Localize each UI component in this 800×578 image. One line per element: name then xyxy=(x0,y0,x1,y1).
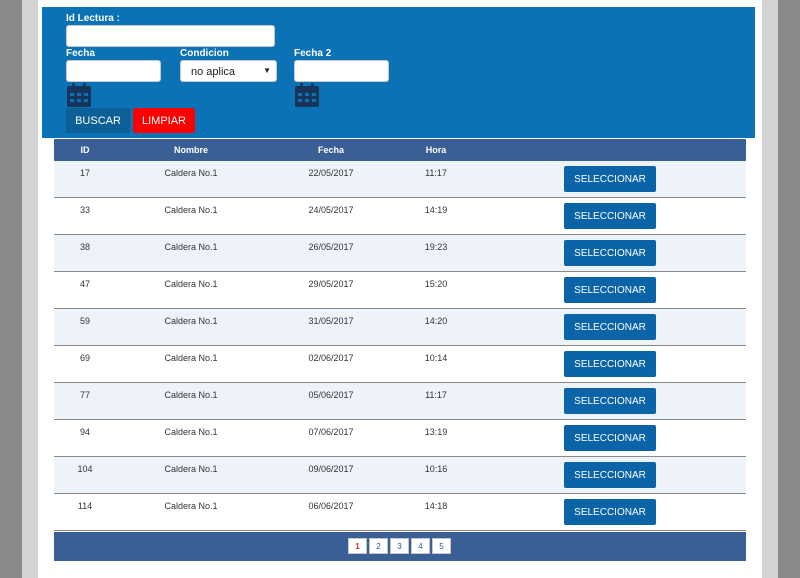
cell-id: 47 xyxy=(79,279,90,289)
window-frame-right xyxy=(778,0,800,578)
chevron-down-icon: ▼ xyxy=(263,66,271,75)
header-id: ID xyxy=(80,145,90,155)
cell-nombre: Caldera No.1 xyxy=(164,279,218,289)
condicion-selected-value: no aplica xyxy=(191,66,236,78)
cell-id: 38 xyxy=(79,242,90,252)
table-row: 17 Caldera No.1 22/05/2017 11:17 SELECCI… xyxy=(54,161,746,198)
cell-hora: 10:16 xyxy=(424,464,448,474)
page-content: Id Lectura : Fecha Condicion no aplica ▼… xyxy=(38,0,762,578)
id-lectura-input[interactable] xyxy=(66,25,275,47)
cell-id: 94 xyxy=(79,427,90,437)
table-row: 33 Caldera No.1 24/05/2017 14:19 SELECCI… xyxy=(54,198,746,235)
window-frame-left-inner xyxy=(22,0,38,578)
seleccionar-button[interactable]: SELECCIONAR xyxy=(564,277,656,303)
cell-fecha: 29/05/2017 xyxy=(308,279,354,289)
cell-hora: 14:19 xyxy=(424,205,448,215)
condicion-select[interactable]: no aplica ▼ xyxy=(180,60,277,82)
seleccionar-button[interactable]: SELECCIONAR xyxy=(564,314,656,340)
page-link-2[interactable]: 2 xyxy=(369,538,388,554)
header-nombre: Nombre xyxy=(173,145,208,155)
seleccionar-button[interactable]: SELECCIONAR xyxy=(564,166,656,192)
table-header: ID Nombre Fecha Hora xyxy=(54,139,746,161)
calendar-icon[interactable] xyxy=(294,82,320,108)
cell-nombre: Caldera No.1 xyxy=(164,168,218,178)
fecha-label: Fecha xyxy=(66,48,95,59)
cell-fecha: 24/05/2017 xyxy=(308,205,354,215)
cell-fecha: 26/05/2017 xyxy=(308,242,354,252)
table-row: 77 Caldera No.1 05/06/2017 11:17 SELECCI… xyxy=(54,383,746,420)
pagination: 1 2 3 4 5 xyxy=(54,532,746,561)
table-row: 59 Caldera No.1 31/05/2017 14:20 SELECCI… xyxy=(54,309,746,346)
seleccionar-button[interactable]: SELECCIONAR xyxy=(564,388,656,414)
cell-id: 114 xyxy=(77,501,93,511)
id-lectura-label: Id Lectura : xyxy=(66,13,120,24)
cell-id: 33 xyxy=(79,205,90,215)
cell-hora: 19:23 xyxy=(424,242,448,252)
seleccionar-button[interactable]: SELECCIONAR xyxy=(564,425,656,451)
cell-fecha: 05/06/2017 xyxy=(308,390,354,400)
cell-hora: 13:19 xyxy=(424,427,448,437)
seleccionar-button[interactable]: SELECCIONAR xyxy=(564,462,656,488)
seleccionar-button[interactable]: SELECCIONAR xyxy=(564,203,656,229)
cell-id: 104 xyxy=(77,464,93,474)
page-link-3[interactable]: 3 xyxy=(390,538,409,554)
header-hora: Hora xyxy=(425,145,447,155)
seleccionar-button[interactable]: SELECCIONAR xyxy=(564,351,656,377)
cell-fecha: 09/06/2017 xyxy=(308,464,354,474)
cell-hora: 14:18 xyxy=(424,501,448,511)
results-table: ID Nombre Fecha Hora 17 Caldera No.1 22/… xyxy=(54,139,746,531)
cell-fecha: 02/06/2017 xyxy=(308,353,354,363)
search-panel: Id Lectura : Fecha Condicion no aplica ▼… xyxy=(42,7,755,138)
table-row: 114 Caldera No.1 06/06/2017 14:18 SELECC… xyxy=(54,494,746,531)
cell-id: 69 xyxy=(79,353,90,363)
buscar-button[interactable]: BUSCAR xyxy=(66,108,130,133)
cell-fecha: 22/05/2017 xyxy=(308,168,354,178)
window-frame-left xyxy=(0,0,22,578)
cell-hora: 11:17 xyxy=(425,390,447,400)
cell-fecha: 07/06/2017 xyxy=(308,427,354,437)
table-row: 69 Caldera No.1 02/06/2017 10:14 SELECCI… xyxy=(54,346,746,383)
cell-fecha: 06/06/2017 xyxy=(308,501,354,511)
cell-id: 77 xyxy=(79,390,90,400)
page-link-1[interactable]: 1 xyxy=(348,538,367,554)
cell-nombre: Caldera No.1 xyxy=(164,242,218,252)
fecha-input[interactable] xyxy=(66,60,161,82)
page-link-5[interactable]: 5 xyxy=(432,538,451,554)
cell-id: 17 xyxy=(79,168,90,178)
table-row: 94 Caldera No.1 07/06/2017 13:19 SELECCI… xyxy=(54,420,746,457)
cell-hora: 15:20 xyxy=(424,279,448,289)
cell-hora: 14:20 xyxy=(424,316,448,326)
cell-nombre: Caldera No.1 xyxy=(164,427,218,437)
table-row: 38 Caldera No.1 26/05/2017 19:23 SELECCI… xyxy=(54,235,746,272)
table-row: 104 Caldera No.1 09/06/2017 10:16 SELECC… xyxy=(54,457,746,494)
cell-hora: 11:17 xyxy=(425,168,447,178)
seleccionar-button[interactable]: SELECCIONAR xyxy=(564,240,656,266)
cell-nombre: Caldera No.1 xyxy=(164,205,218,215)
seleccionar-button[interactable]: SELECCIONAR xyxy=(564,499,656,525)
cell-nombre: Caldera No.1 xyxy=(164,501,218,511)
cell-hora: 10:14 xyxy=(424,353,448,363)
header-fecha: Fecha xyxy=(317,145,344,155)
calendar-icon[interactable] xyxy=(66,82,92,108)
page-link-4[interactable]: 4 xyxy=(411,538,430,554)
cell-nombre: Caldera No.1 xyxy=(164,390,218,400)
window-frame-right-inner xyxy=(762,0,778,578)
fecha2-label: Fecha 2 xyxy=(294,48,332,59)
cell-nombre: Caldera No.1 xyxy=(164,464,218,474)
condicion-label: Condicion xyxy=(180,48,229,59)
cell-id: 59 xyxy=(79,316,90,326)
cell-fecha: 31/05/2017 xyxy=(308,316,354,326)
table-row: 47 Caldera No.1 29/05/2017 15:20 SELECCI… xyxy=(54,272,746,309)
fecha2-input[interactable] xyxy=(294,60,389,82)
limpiar-button[interactable]: LIMPIAR xyxy=(133,108,195,133)
cell-nombre: Caldera No.1 xyxy=(164,316,218,326)
cell-nombre: Caldera No.1 xyxy=(164,353,218,363)
